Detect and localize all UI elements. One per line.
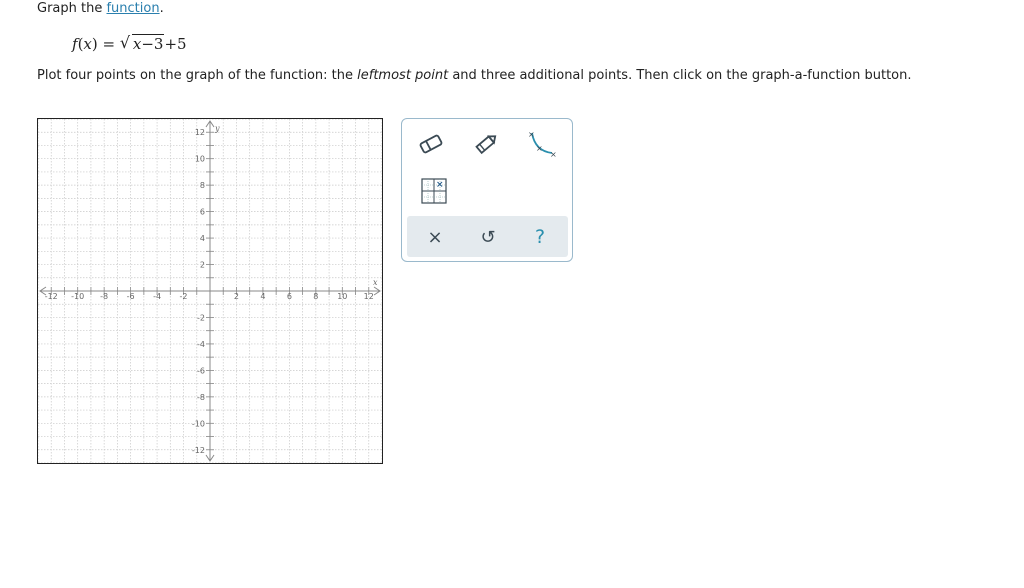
graph-a-function-icon: × × ×: [528, 130, 557, 159]
svg-text:×: ×: [536, 144, 543, 153]
x-tick-label: 12: [364, 292, 374, 301]
x-tick-label: -6: [127, 292, 135, 301]
x-tick-label: -4: [153, 292, 161, 301]
tool-panel: × × × × × ↺ ?: [401, 118, 573, 262]
graphing-area[interactable]: -12 -10 -8 -6 -4 -2 2 4 6 8 10 12 12 10 8 6 4 2 -2 -4 -6 -8 -1…: [37, 118, 383, 464]
y-tick-label: -10: [192, 419, 205, 428]
help-button[interactable]: ?: [522, 222, 558, 252]
x-tick-label: 10: [337, 292, 347, 301]
x-tick-label: -2: [180, 292, 188, 301]
intro-text: Graph the function.: [37, 1, 164, 17]
graph-a-function-button[interactable]: × × ×: [524, 129, 558, 159]
svg-text:×: ×: [528, 130, 535, 139]
x-tick-label: -8: [100, 292, 108, 301]
y-tick-label: 12: [195, 128, 205, 137]
x-axis-name: x: [373, 278, 378, 287]
function-formula: f(x) = √ x−3+5: [72, 33, 187, 54]
formula-radical: √ x−3: [119, 33, 165, 54]
y-tick-label: -12: [192, 446, 205, 455]
instructions-part2: and three additional points. Then click …: [448, 68, 912, 83]
y-axis-name: y: [214, 124, 220, 133]
y-tick-label: 4: [200, 234, 205, 243]
y-tick-label: 2: [200, 261, 205, 270]
undo-icon: ↺: [480, 226, 496, 248]
x-tick-label: 8: [313, 292, 318, 301]
instructions-emphasis: leftmost point: [357, 68, 449, 83]
coordinate-grid-button[interactable]: ×: [417, 176, 451, 206]
y-tick-label: 6: [200, 208, 205, 217]
x-tick-label: -12: [45, 292, 58, 301]
pencil-icon: [475, 135, 497, 155]
eraser-tool-button[interactable]: [414, 129, 448, 159]
formula-plus-five: +5: [164, 35, 187, 53]
intro-prefix: Graph the: [37, 1, 107, 16]
intro-suffix: .: [159, 1, 164, 16]
formula-equals: =: [102, 35, 116, 53]
close-icon: ×: [427, 226, 443, 248]
formula-close-paren: ): [91, 35, 98, 53]
y-tick-label: -4: [197, 340, 205, 349]
radicand-minus-three: −3: [141, 35, 164, 53]
help-icon: ?: [534, 226, 546, 248]
function-link[interactable]: function: [106, 1, 159, 16]
coordinate-grid-icon: ×: [421, 178, 447, 204]
undo-button[interactable]: ↺: [470, 222, 506, 252]
y-tick-label: -8: [197, 393, 205, 402]
y-tick-label: -2: [197, 313, 205, 322]
x-tick-label: 6: [287, 292, 292, 301]
action-bar: × ↺ ?: [407, 216, 568, 257]
radical-symbol: √: [119, 33, 131, 52]
formula-x: x: [83, 35, 92, 53]
coordinate-plane[interactable]: -12 -10 -8 -6 -4 -2 2 4 6 8 10 12 12 10 8 6 4 2 -2 -4 -6 -8 -1…: [38, 119, 382, 463]
eraser-icon: [419, 134, 443, 154]
svg-text:×: ×: [550, 150, 557, 159]
instructions: Plot four points on the graph of the fun…: [37, 68, 912, 84]
pencil-tool-button[interactable]: [469, 129, 503, 159]
clear-button[interactable]: ×: [417, 222, 453, 252]
x-tick-label: 2: [234, 292, 239, 301]
y-tick-label: -6: [197, 366, 205, 375]
y-tick-label: 10: [195, 155, 205, 164]
svg-text:×: ×: [436, 180, 444, 190]
y-tick-label: 8: [200, 181, 205, 190]
radicand: x−3: [131, 34, 165, 53]
x-tick-label: -10: [71, 292, 84, 301]
instructions-part1: Plot four points on the graph of the fun…: [37, 68, 358, 83]
x-tick-label: 4: [260, 292, 265, 301]
